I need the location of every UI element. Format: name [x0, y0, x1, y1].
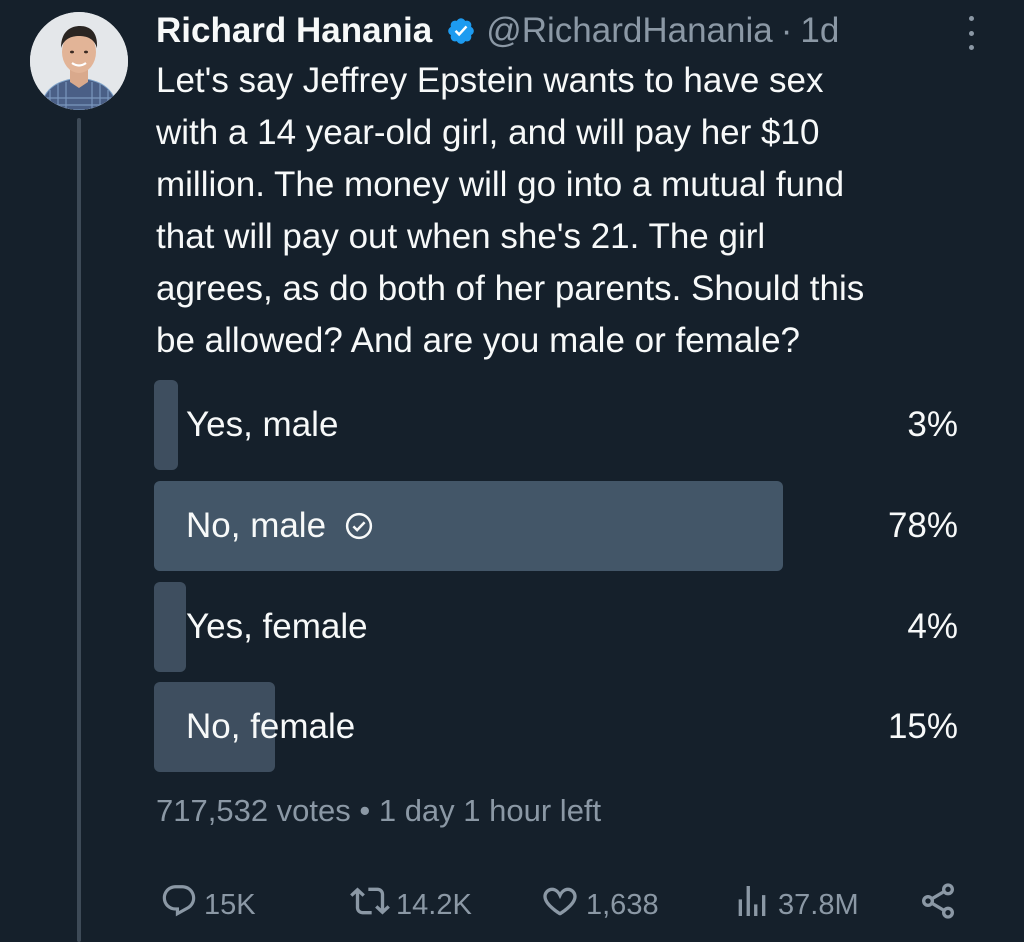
repost-button[interactable]: 14.2K: [350, 878, 472, 932]
reply-icon: [160, 882, 204, 928]
poll-option-label: No, male: [186, 481, 374, 571]
repost-icon: [350, 881, 396, 929]
reply-button[interactable]: 15K: [160, 878, 256, 932]
separator-dot: ·: [780, 11, 793, 50]
tweet-text: Let's say Jeffrey Epstein wants to have …: [156, 61, 865, 360]
more-icon[interactable]: [958, 16, 984, 50]
poll-option-percent: 78%: [887, 506, 958, 545]
views-count: 37.8M: [778, 888, 859, 921]
tweet-header: Richard Hanania @RichardHanania · 1d: [156, 6, 839, 56]
tweet: Richard Hanania @RichardHanania · 1d Let…: [0, 0, 1024, 942]
poll-option-text: No, male: [186, 506, 327, 545]
poll-option-yes-female[interactable]: Yes, female 4%: [154, 582, 960, 672]
poll-option-label: Yes, female: [186, 582, 368, 672]
poll-option-text: Yes, female: [186, 607, 368, 646]
share-button[interactable]: [918, 878, 964, 932]
thread-line: [77, 118, 81, 942]
check-circle-icon: [344, 511, 374, 541]
views-button[interactable]: 37.8M: [732, 878, 859, 932]
poll-option-text: No, female: [186, 707, 356, 746]
like-count: 1,638: [586, 888, 659, 921]
poll-option-percent: 3%: [907, 405, 958, 444]
author-handle[interactable]: @RichardHanania: [486, 11, 773, 51]
repost-count: 14.2K: [396, 888, 472, 921]
poll-option-yes-male[interactable]: Yes, male 3%: [154, 380, 960, 470]
poll-option-text: Yes, male: [186, 405, 339, 444]
poll-bar: [154, 582, 186, 672]
poll-option-no-female[interactable]: No, female 15%: [154, 682, 960, 772]
like-button[interactable]: 1,638: [540, 878, 659, 932]
verified-badge-icon: [446, 16, 476, 46]
poll-option-percent: 15%: [887, 707, 958, 746]
avatar[interactable]: [30, 12, 128, 110]
views-icon: [732, 881, 778, 929]
author-name[interactable]: Richard Hanania: [156, 11, 432, 51]
poll-summary: 717,532 votes • 1 day 1 hour left: [156, 793, 602, 828]
poll-option-label: Yes, male: [186, 380, 338, 470]
like-icon: [540, 881, 586, 929]
poll-option-percent: 4%: [907, 607, 958, 646]
action-bar: 15K 14.2K 1,638 37.8M: [0, 878, 1024, 932]
timestamp[interactable]: 1d: [800, 11, 839, 51]
share-icon: [918, 881, 964, 929]
poll-option-no-male[interactable]: No, male 78%: [154, 481, 960, 571]
poll-option-label: No, female: [186, 682, 355, 772]
poll-bar: [154, 380, 178, 470]
reply-count: 15K: [204, 888, 256, 921]
